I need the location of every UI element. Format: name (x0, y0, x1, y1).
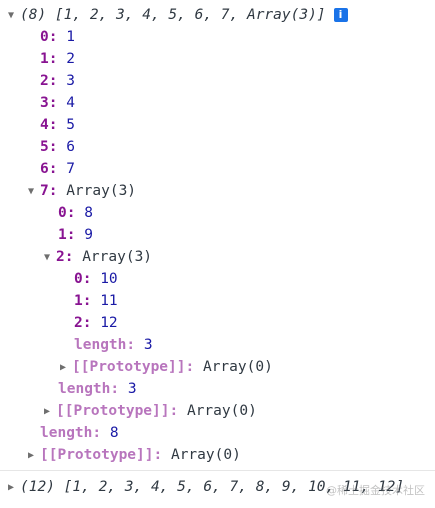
prototype-row[interactable]: ▶ [[Prototype]]: Array(0) (44, 400, 257, 422)
length-key: length (74, 337, 127, 353)
expand-triangle-right-icon[interactable]: ▶ (8, 477, 20, 499)
item-value: 4 (66, 95, 75, 111)
nested-label: Array(3) (66, 183, 137, 199)
array-item: 1: 2 (40, 51, 75, 67)
length-value: 3 (127, 381, 137, 397)
array-item: 0: 1 (40, 29, 75, 45)
item-value: 12 (100, 315, 118, 331)
prototype-key: [[Prototype]] (40, 447, 154, 463)
item-key: 1 (58, 227, 67, 243)
item-key: 3 (40, 95, 49, 111)
prototype-value: Array(0) (202, 359, 273, 375)
expand-triangle-right-icon[interactable]: ▶ (44, 401, 56, 423)
nested-array-2[interactable]: ▼ 2: Array(3) (44, 246, 152, 268)
item-key: 2 (40, 73, 49, 89)
item-key: 1 (74, 293, 83, 309)
console-divider (0, 470, 435, 471)
expand-triangle-down-icon[interactable]: ▼ (44, 247, 56, 269)
item-value: 2 (66, 51, 75, 67)
prototype-row[interactable]: ▶ [[Prototype]]: Array(0) (28, 444, 241, 466)
info-icon[interactable]: i (333, 8, 348, 22)
length-property: length: 3 (74, 337, 153, 353)
item-key: 7 (40, 183, 49, 199)
item-value: 10 (100, 271, 118, 287)
expand-triangle-right-icon[interactable]: ▶ (28, 445, 40, 467)
item-key: 0 (74, 271, 83, 287)
array-item: 0: 8 (58, 205, 93, 221)
array-item: 3: 4 (40, 95, 75, 111)
array-item: 6: 7 (40, 161, 75, 177)
item-key: 5 (40, 139, 49, 155)
expand-triangle-down-icon[interactable]: ▼ (8, 5, 20, 27)
item-value: 8 (84, 205, 93, 221)
array-item: 1: 11 (74, 293, 118, 309)
array-item: 2: 3 (40, 73, 75, 89)
length-property: length: 3 (58, 381, 137, 397)
item-key: 1 (40, 51, 49, 67)
watermark: @稀土掘金技术社区 (326, 484, 425, 497)
item-key: 4 (40, 117, 49, 133)
item-value: 1 (66, 29, 75, 45)
array-item: 1: 9 (58, 227, 93, 243)
expand-triangle-right-icon[interactable]: ▶ (60, 357, 72, 379)
item-value: 5 (66, 117, 75, 133)
item-value: 11 (100, 293, 118, 309)
log-entry-array-8[interactable]: ▼ (8) [1, 2, 3, 4, 5, 6, 7, Array(3)] i (8, 4, 348, 26)
item-value: 9 (84, 227, 93, 243)
length-value: 3 (143, 337, 153, 353)
array-item: 2: 12 (74, 315, 118, 331)
length-key: length (58, 381, 111, 397)
prototype-value: Array(0) (186, 403, 257, 419)
prototype-key: [[Prototype]] (72, 359, 186, 375)
item-key: 2 (56, 249, 65, 265)
prototype-row[interactable]: ▶ [[Prototype]]: Array(0) (60, 356, 273, 378)
array-item: 5: 6 (40, 139, 75, 155)
item-value: 6 (66, 139, 75, 155)
length-key: length (40, 425, 93, 441)
item-value: 7 (66, 161, 75, 177)
item-value: 3 (66, 73, 75, 89)
length-value: 8 (109, 425, 119, 441)
item-key: 0 (58, 205, 67, 221)
array-summary: (8) [1, 2, 3, 4, 5, 6, 7, Array(3)] (20, 7, 326, 23)
array-item: 4: 5 (40, 117, 75, 133)
item-key: 0 (40, 29, 49, 45)
prototype-value: Array(0) (170, 447, 241, 463)
prototype-key: [[Prototype]] (56, 403, 170, 419)
length-property: length: 8 (40, 425, 119, 441)
nested-array-7[interactable]: ▼ 7: Array(3) (28, 180, 136, 202)
item-key: 6 (40, 161, 49, 177)
item-key: 2 (74, 315, 83, 331)
array-item: 0: 10 (74, 271, 118, 287)
nested-label: Array(3) (82, 249, 153, 265)
expand-triangle-down-icon[interactable]: ▼ (28, 181, 40, 203)
